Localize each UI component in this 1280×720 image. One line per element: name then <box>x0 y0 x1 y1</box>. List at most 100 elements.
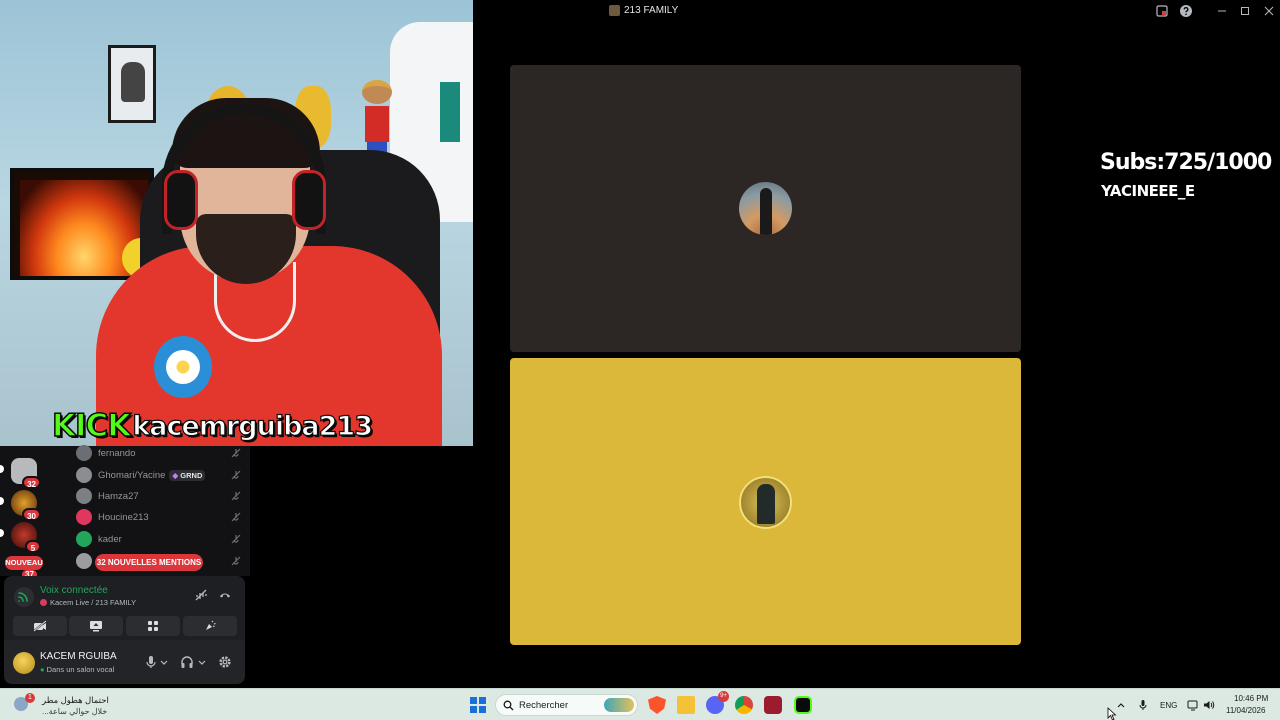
new-servers-pill[interactable]: NOUVEAU <box>5 556 43 570</box>
server-dot-icon <box>40 599 47 606</box>
kick-username: kacemrguiba213 <box>132 410 374 442</box>
file-explorer-icon[interactable] <box>677 696 695 714</box>
chevron-down-icon[interactable] <box>160 655 168 669</box>
guild-tag: ◆ GRND <box>169 469 206 481</box>
close-icon[interactable] <box>1262 4 1276 18</box>
voice-channel-path[interactable]: Kacem Live / 213 FAMILY <box>40 598 136 607</box>
chevron-down-icon[interactable] <box>198 655 206 669</box>
screen-share-button[interactable] <box>69 616 123 636</box>
server-icon <box>609 5 620 16</box>
server-icon[interactable]: 32 <box>11 458 41 489</box>
kick-banner: KICK kacemrguiba213 <box>51 407 374 445</box>
deafened-icon <box>231 534 241 544</box>
speaker-icon: ● <box>40 665 45 674</box>
deafened-icon <box>231 556 241 566</box>
headphones-icon[interactable] <box>180 655 194 669</box>
soundboard-icon <box>206 620 216 630</box>
unread-indicator <box>0 497 4 505</box>
weather-subtitle: خلال حوالي ساعة... <box>42 707 108 716</box>
deafened-icon <box>231 491 241 501</box>
minimize-icon[interactable] <box>1215 4 1229 18</box>
participant-avatar <box>739 476 792 529</box>
weather-badge: 1 <box>25 693 35 703</box>
member-name: Houcine213 <box>98 511 149 523</box>
server-icon[interactable]: 5 <box>11 522 41 553</box>
subs-goal: Subs:725/1000 <box>1100 150 1272 175</box>
member-avatar <box>76 467 92 483</box>
maximize-icon[interactable] <box>1238 4 1252 18</box>
server-icon[interactable]: 30 <box>11 490 41 521</box>
adobe-app-icon[interactable] <box>764 696 782 714</box>
voice-member[interactable]: Hamza27 <box>76 487 242 505</box>
member-name: fernando <box>98 447 136 459</box>
chrome-icon[interactable] <box>735 696 753 714</box>
subs-username: YACINEEE_E <box>1101 182 1195 200</box>
voice-connected-panel: Voix connectée Kacem Live / 213 FAMILY <box>4 576 245 640</box>
avatar[interactable] <box>13 652 35 674</box>
search-highlight-image <box>604 698 634 712</box>
network-icon[interactable] <box>1187 699 1199 711</box>
username[interactable]: KACEM RGUIBA <box>40 651 117 662</box>
taskbar-search[interactable]: Rechercher <box>495 694 638 716</box>
member-name: Ghomari/Yacine <box>98 469 166 481</box>
member-avatar <box>76 553 92 569</box>
user-panel: KACEM RGUIBA ● Dans un salon vocal <box>4 640 245 684</box>
weather-widget[interactable]: 1 احتمال هطول مطر خلال حوالي ساعة... <box>8 692 118 718</box>
webcam-feed: KICK kacemrguiba213 <box>0 0 473 446</box>
new-mentions-pill[interactable]: 32 NOUVELLES MENTIONS <box>95 554 203 571</box>
kick-app-icon[interactable] <box>794 696 812 714</box>
server-badge: 5 <box>25 540 41 553</box>
popout-icon[interactable] <box>1155 4 1169 18</box>
noise-suppression-icon[interactable] <box>194 588 208 602</box>
voice-member[interactable]: kader <box>76 530 242 548</box>
microphone-icon[interactable] <box>144 655 158 669</box>
gem-icon: ◆ <box>172 470 179 480</box>
wall-poster <box>108 45 156 123</box>
brave-browser-icon[interactable] <box>648 696 666 714</box>
camera-off-icon <box>33 620 47 632</box>
microphone-icon[interactable] <box>1137 699 1149 711</box>
taskbar: 1 احتمال هطول مطر خلال حوالي ساعة... Rec… <box>0 688 1280 720</box>
call-window: 213 FAMILY <box>473 0 1280 688</box>
discord-icon[interactable]: 9+ <box>706 691 729 714</box>
server-badge: 30 <box>22 508 41 521</box>
participant-avatar <box>739 182 792 235</box>
gear-icon[interactable] <box>218 655 232 669</box>
participant-tile[interactable] <box>510 65 1021 352</box>
headset-earcup-left <box>164 170 198 230</box>
help-icon[interactable] <box>1179 4 1193 18</box>
search-icon <box>503 700 514 711</box>
deafened-icon <box>231 470 241 480</box>
kick-logo-text: KICK <box>51 407 132 445</box>
member-name: Hamza27 <box>98 490 139 502</box>
server-badge: 32 <box>22 476 41 489</box>
member-avatar <box>76 488 92 504</box>
soundboard-button[interactable] <box>183 616 237 636</box>
start-button[interactable] <box>470 697 486 713</box>
voice-status[interactable]: Voix connectée <box>40 585 108 596</box>
volume-icon[interactable] <box>1203 699 1215 711</box>
deafened-icon <box>231 512 241 522</box>
activities-button[interactable] <box>126 616 180 636</box>
disconnect-icon[interactable] <box>218 588 232 602</box>
voice-member[interactable]: fernando <box>76 444 242 462</box>
member-avatar <box>76 509 92 525</box>
screen: KICK kacemrguiba213 32 30 5 NOUVEAU 37 f… <box>0 0 1280 720</box>
voice-member[interactable]: Ghomari/Yacine ◆ GRND <box>76 466 242 484</box>
search-placeholder: Rechercher <box>519 700 569 711</box>
headset-earcup-right <box>292 170 326 230</box>
participant-tile[interactable] <box>510 358 1021 645</box>
user-status: ● Dans un salon vocal <box>40 665 115 674</box>
voice-member[interactable]: Houcine213 <box>76 508 242 526</box>
clock-date[interactable]: 11/04/2026 <box>1226 706 1265 715</box>
unread-indicator <box>0 465 4 473</box>
screen-share-icon <box>90 621 102 632</box>
language-indicator[interactable]: ENG <box>1160 701 1177 710</box>
member-name: kader <box>98 533 122 545</box>
member-avatar <box>76 531 92 547</box>
signal-icon <box>14 587 34 607</box>
discord-badge: 9+ <box>718 691 729 702</box>
camera-toggle-button[interactable] <box>13 616 67 636</box>
clock-time[interactable]: 10:46 PM <box>1234 694 1268 703</box>
window-titlebar: 213 FAMILY <box>473 0 1280 22</box>
